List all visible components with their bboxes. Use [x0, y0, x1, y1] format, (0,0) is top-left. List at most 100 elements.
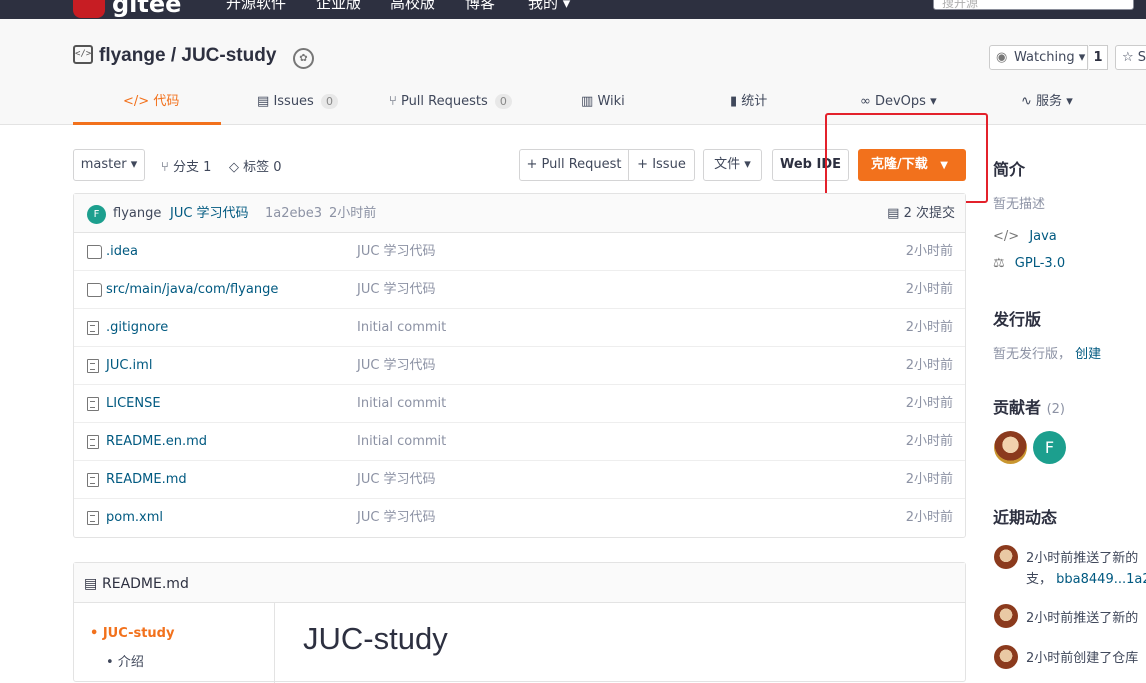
file-icon — [87, 435, 99, 449]
file-name-link[interactable]: JUC.iml — [106, 347, 152, 385]
commit-time: 2小时前 — [329, 206, 377, 221]
watch-count[interactable]: 1 — [1089, 45, 1108, 70]
wiki-icon: ▥ — [581, 94, 594, 109]
activity-avatar-1[interactable] — [994, 545, 1018, 569]
folder-icon — [87, 283, 102, 297]
file-row[interactable]: pom.xml JUC 学习代码 2小时前 — [74, 499, 965, 537]
file-icon — [87, 321, 99, 335]
file-name-link[interactable]: README.en.md — [106, 423, 207, 461]
commit-author[interactable]: flyange — [113, 194, 161, 233]
contributors-title: 贡献者 — [993, 398, 1042, 417]
new-pull-request-button[interactable]: + Pull Request — [519, 149, 629, 181]
file-row[interactable]: JUC.iml JUC 学习代码 2小时前 — [74, 347, 965, 385]
branches-label: 分支 1 — [172, 160, 212, 175]
contributor-avatar-1[interactable] — [994, 431, 1027, 464]
nav-blog[interactable]: 博客 — [465, 0, 495, 12]
activity-1-commit-link[interactable]: bba8449...1a2e — [1056, 572, 1146, 587]
file-row[interactable]: README.md JUC 学习代码 2小时前 — [74, 461, 965, 499]
file-table: F flyange JUC 学习代码 1a2ebe3 2小时前 ▤ 2 次提交 … — [73, 193, 966, 538]
activity-avatar-2[interactable] — [994, 604, 1018, 628]
file-commit-time: 2小时前 — [905, 510, 953, 525]
tab-pull-requests[interactable]: ⑂ Pull Requests 0 — [389, 89, 512, 125]
recommend-badge-icon[interactable]: ✿ — [293, 48, 314, 69]
code-icon: </> — [123, 94, 150, 109]
release-info: 暂无发行版， 创建 — [993, 343, 1101, 362]
file-commit-message[interactable]: Initial commit — [357, 309, 446, 347]
file-name-link[interactable]: src/main/java/com/flyange — [106, 271, 278, 309]
repo-name-link[interactable]: JUC-study — [181, 45, 276, 66]
repo-owner-link[interactable]: flyange — [99, 45, 166, 66]
file-icon — [87, 359, 99, 373]
nav-enterprise[interactable]: 企业版 — [316, 0, 361, 12]
tab-statistics[interactable]: ▮ 统计 — [730, 89, 767, 125]
file-commit-message[interactable]: JUC 学习代码 — [357, 461, 436, 499]
nav-mine[interactable]: 我的 ▾ — [528, 0, 570, 12]
file-commit-message[interactable]: JUC 学习代码 — [357, 347, 436, 385]
file-commit-time: 2小时前 — [905, 472, 953, 487]
toc-item-intro[interactable]: • 介绍 — [106, 651, 144, 670]
file-commit-message[interactable]: Initial commit — [357, 423, 446, 461]
file-row[interactable]: src/main/java/com/flyange JUC 学习代码 2小时前 — [74, 271, 965, 309]
intro-description: 暂无描述 — [993, 197, 1046, 212]
file-commit-message[interactable]: Initial commit — [357, 385, 446, 423]
activity-1-line1: 2小时前推送了新的 — [1026, 551, 1139, 566]
tab-code[interactable]: </> 代码 — [73, 89, 221, 125]
tab-wiki[interactable]: ▥ Wiki — [581, 89, 625, 125]
file-commit-time: 2小时前 — [905, 434, 953, 449]
tab-issues[interactable]: ▤ Issues 0 — [257, 89, 338, 125]
tab-devops-label: DevOps — [874, 94, 926, 109]
contributor-avatar-2[interactable]: F — [1033, 431, 1066, 464]
license-item[interactable]: ⚖ GPL-3.0 — [993, 256, 1065, 271]
commit-message[interactable]: JUC 学习代码 — [170, 194, 249, 233]
tab-services[interactable]: ∿ 服务 ▾ — [1021, 89, 1073, 125]
commit-hash[interactable]: 1a2ebe3 — [265, 194, 322, 233]
activity-1-line2: 支， bba8449...1a2e — [1026, 568, 1146, 587]
gitee-logo-icon[interactable] — [73, 0, 105, 18]
top-search-input[interactable]: 搜开源 — [933, 0, 1134, 10]
issues-icon: ▤ — [257, 94, 270, 109]
file-commit-time: 2小时前 — [905, 282, 953, 297]
pull-request-icon: ⑂ — [389, 94, 397, 109]
nav-mine-label: 我的 — [528, 0, 559, 12]
gitee-logo-text[interactable]: gitee — [112, 0, 181, 18]
readme-filename: README.md — [102, 576, 189, 592]
file-name-link[interactable]: LICENSE — [106, 385, 161, 423]
file-row[interactable]: .idea JUC 学习代码 2小时前 — [74, 233, 965, 271]
file-commit-message[interactable]: JUC 学习代码 — [357, 271, 436, 309]
repository-icon: </> — [73, 45, 93, 64]
file-icon — [87, 473, 99, 487]
commit-count-link[interactable]: ▤ 2 次提交 — [887, 194, 955, 233]
branches-link[interactable]: ⑂ 分支 1 — [161, 156, 211, 175]
file-name-link[interactable]: README.md — [106, 461, 187, 499]
new-issue-button[interactable]: + Issue — [628, 149, 695, 181]
file-commit-message[interactable]: JUC 学习代码 — [357, 499, 436, 537]
nav-open-source[interactable]: 开源软件 — [226, 0, 286, 12]
file-row[interactable]: LICENSE Initial commit 2小时前 — [74, 385, 965, 423]
create-release-link[interactable]: 创建 — [1075, 347, 1101, 362]
pull-requests-count-badge: 0 — [494, 94, 512, 109]
file-name-link[interactable]: .idea — [106, 233, 138, 271]
branch-select-label: master — [80, 157, 127, 172]
commit-author-avatar[interactable]: F — [87, 205, 106, 224]
file-menu-button[interactable]: 文件 ▾ — [703, 149, 762, 181]
branch-select[interactable]: master ▾ — [73, 149, 145, 181]
star-button[interactable]: ☆ S — [1115, 45, 1146, 70]
file-commit-message[interactable]: JUC 学习代码 — [357, 233, 436, 271]
file-name-link[interactable]: .gitignore — [106, 309, 168, 347]
activity-avatar-3[interactable] — [994, 645, 1018, 669]
tags-label: 标签 0 — [243, 160, 282, 175]
tab-pull-requests-label: Pull Requests — [400, 94, 488, 109]
watch-button[interactable]: ◉ Watching ▾ — [989, 45, 1088, 70]
language-item[interactable]: </> Java — [993, 229, 1057, 244]
file-name-link[interactable]: pom.xml — [106, 499, 163, 537]
language-label: Java — [1029, 229, 1057, 244]
file-commit-time: 2小时前 — [905, 358, 953, 373]
file-row[interactable]: .gitignore Initial commit 2小时前 — [74, 309, 965, 347]
toc-item-juc-study[interactable]: • JUC-study — [90, 626, 174, 641]
file-row[interactable]: README.en.md Initial commit 2小时前 — [74, 423, 965, 461]
history-icon: ▤ — [887, 206, 900, 221]
nav-university[interactable]: 高校版 — [390, 0, 435, 12]
tags-link[interactable]: ◇ 标签 0 — [229, 156, 282, 175]
release-heading: 发行版 — [993, 310, 1042, 329]
readme-file-icon: ▤ — [84, 576, 98, 592]
